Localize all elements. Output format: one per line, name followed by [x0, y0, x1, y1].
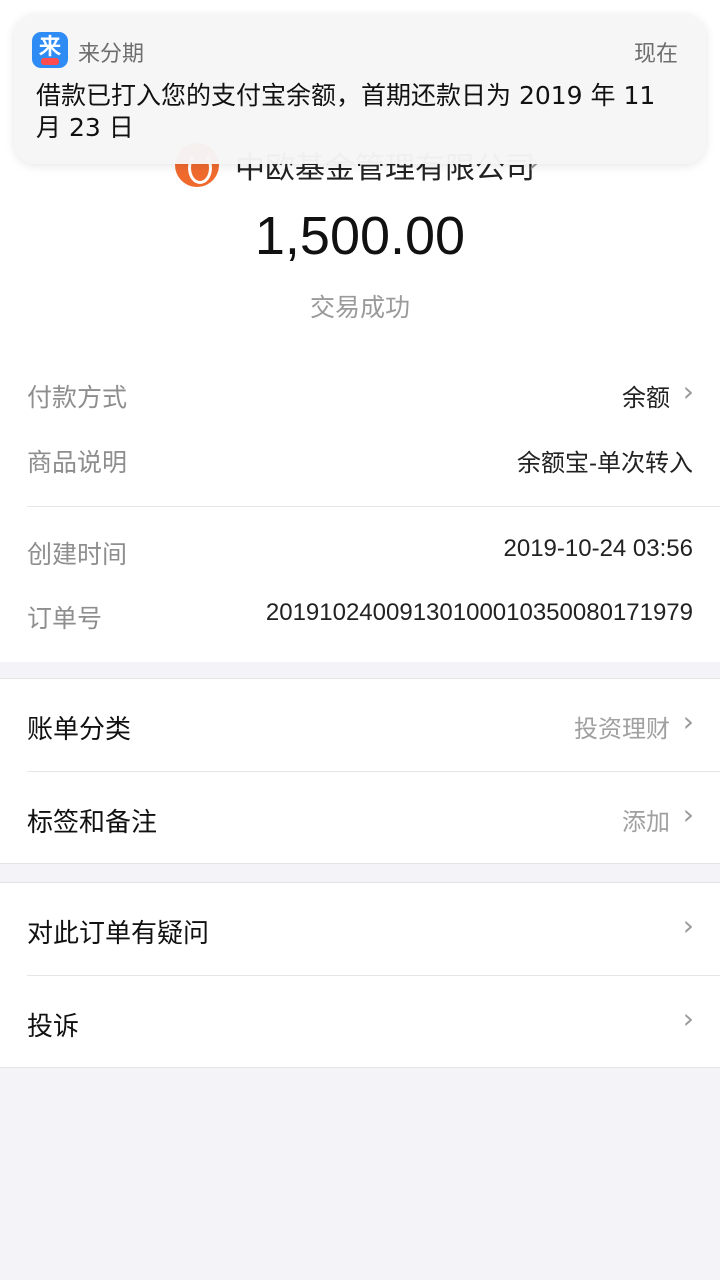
payment-method-row[interactable]: 付款方式 余额 ›: [0, 375, 720, 418]
product-description-value: 余额宝-单次转入: [517, 450, 693, 477]
complaint-row[interactable]: 投诉 ›: [27, 975, 720, 1067]
transaction-amount: 1,500.00: [254, 206, 466, 266]
chevron-right-icon: ›: [682, 375, 694, 408]
tags-notes-label: 标签和备注: [27, 808, 158, 838]
bill-category-row[interactable]: 账单分类 投资理财 ›: [0, 679, 720, 771]
chevron-right-icon: ›: [682, 1002, 694, 1035]
payment-method-label: 付款方式: [27, 383, 128, 412]
order-number-row[interactable]: 订单号 20191024009130100010350080171979: [0, 599, 720, 639]
divider: [27, 506, 720, 507]
chevron-right-icon: ›: [682, 798, 694, 831]
created-time-row: 创建时间 2019-10-24 03:56: [0, 535, 720, 575]
chevron-right-icon: ›: [682, 909, 694, 942]
transaction-detail-screen: 中欧基金管理有限公司 › 1,500.00 交易成功 付款方式 余额 › 商品说…: [0, 0, 720, 1280]
notification-time: 现在: [633, 42, 678, 67]
notification-app-name: 来分期: [78, 42, 145, 67]
order-question-row[interactable]: 对此订单有疑问 ›: [0, 883, 720, 975]
app-icon-glyph: 来: [38, 35, 61, 60]
push-notification-banner[interactable]: 来 来分期 现在 借款已打入您的支付宝余额，首期还款日为 2019 年 11 月…: [14, 14, 706, 164]
chevron-right-icon: ›: [682, 705, 694, 738]
product-description-row: 商品说明 余额宝-单次转入: [0, 443, 720, 483]
created-time-value: 2019-10-24 03:56: [503, 535, 694, 562]
bill-category-label: 账单分类: [27, 715, 132, 745]
bill-category-value: 投资理财: [574, 715, 670, 743]
product-description-label: 商品说明: [27, 448, 128, 477]
bill-settings-card: 账单分类 投资理财 › 标签和备注 添加 ›: [0, 678, 720, 864]
order-number-label: 订单号: [27, 604, 103, 633]
transaction-status: 交易成功: [309, 293, 410, 322]
order-question-label: 对此订单有疑问: [27, 919, 210, 949]
notification-message: 借款已打入您的支付宝余额，首期还款日为 2019 年 11 月 23 日: [36, 81, 656, 142]
payment-method-value: 余额: [622, 385, 670, 412]
order-number-value[interactable]: 20191024009130100010350080171979: [266, 599, 693, 627]
tags-notes-row[interactable]: 标签和备注 添加 ›: [27, 771, 720, 863]
app-icon-badge: [41, 58, 59, 65]
tags-notes-value: 添加: [622, 808, 670, 836]
app-icon: 来: [32, 32, 68, 68]
complaint-label: 投诉: [27, 1012, 80, 1042]
created-time-label: 创建时间: [27, 540, 128, 569]
support-card: 对此订单有疑问 › 投诉 ›: [0, 882, 720, 1068]
